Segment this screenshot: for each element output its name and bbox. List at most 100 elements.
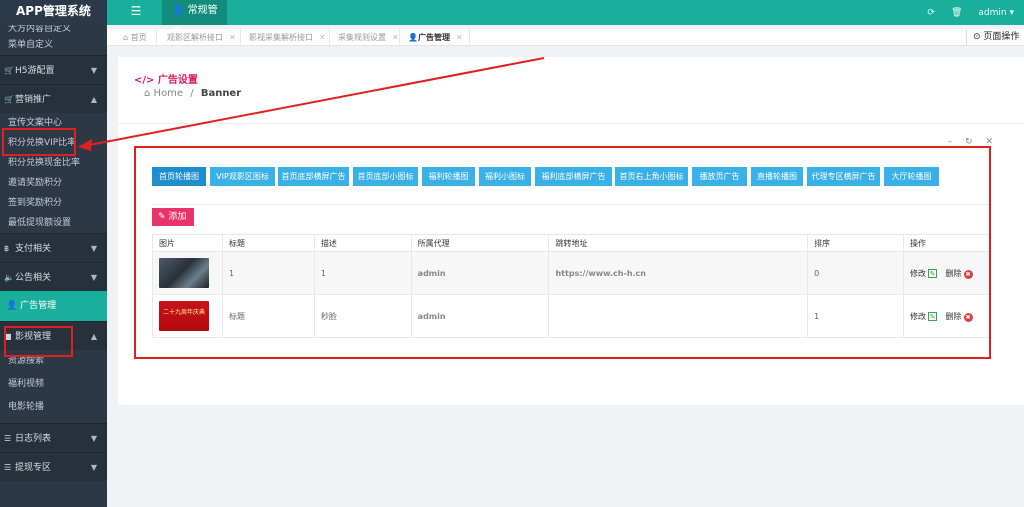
ad-thumbnail[interactable]: 二十九周年庆典 [159,301,209,331]
list-icon: ☰ [4,463,12,472]
edit-button[interactable]: 修改 [910,312,926,321]
sidebar-item-movie-carousel[interactable]: 电影轮播 [0,396,107,419]
tab-ad-management[interactable]: 👤广告管理 ✕ [400,29,470,46]
trash-icon[interactable]: ✖ [963,269,973,279]
category-button[interactable]: 首页右上角小图标 [615,167,688,186]
caret-down-icon: ▼ [90,463,97,472]
breadcrumb-home[interactable]: Home [154,88,184,99]
caret-up-icon: ▲ [90,95,97,104]
sidebar-group-label: 营销推广 [15,95,52,105]
page-operations-button[interactable]: ⊙ 页面操作 [966,29,1024,46]
trash-icon[interactable]: 🗑 [951,8,962,18]
home-icon: ⌂ [123,33,129,42]
user-menu[interactable]: admin ▾ [978,8,1014,18]
top-tab-general[interactable]: 👤 常规管理 [162,0,227,38]
category-button[interactable]: 代理专区横屏广告 [807,167,880,186]
sidebar-group-marketing[interactable]: 🛒营销推广 ▲ [0,84,107,113]
close-icon[interactable]: ✕ [456,33,463,42]
content-panel: </> 广告设置 ⌂ Home / Banner – ↻ ✕ 首页轮播图 VIP… [118,57,1024,405]
delete-button[interactable]: 删除 [946,269,962,278]
tab-viewing-api[interactable]: 观影区解析接口 ✕ [159,29,241,46]
edit-button[interactable]: 修改 [910,269,926,278]
cart-icon: 🛒 [4,95,14,104]
agent-cell: admin [410,294,550,338]
caret-up-icon: ▲ [90,332,97,341]
caret-down-icon: ▼ [90,66,97,75]
caret-down-icon: ▼ [90,434,97,443]
category-button[interactable]: 首页底部横屏广告 [278,167,349,186]
close-icon[interactable]: ✕ [319,33,326,42]
sort-cell: 0 [807,251,904,295]
circle-icon: ⊙ [973,32,981,42]
video-camera-icon: ■ [4,332,12,341]
top-right-tools: ⟳ 🗑 admin ▾ [927,0,1014,25]
actions-cell: 修改 ✎ 删除 ✖ [903,294,990,338]
category-button[interactable]: 福利底部横屏广告 [535,167,612,186]
code-icon: </> [134,75,155,86]
sidebar-group-video[interactable]: ■ 影视管理 ▲ [0,321,107,350]
sidebar-item-menu-custom[interactable]: 菜单自定义 [0,35,107,55]
edit-icon[interactable]: ✎ [928,311,937,321]
sidebar-item-invite-points[interactable]: 邀请奖励积分 [0,173,107,193]
add-button-label: 添加 [168,212,187,222]
category-button[interactable]: 大厅轮播图 [884,167,939,186]
column-header-agent: 所属代理 [410,234,550,252]
close-icon[interactable]: ✕ [392,33,399,42]
desc-cell: 秒脸 [313,294,412,338]
category-button[interactable]: 福利小图标 [479,167,531,186]
title-cell: 1 [221,251,315,295]
category-button[interactable]: 首页轮播图 [152,167,206,186]
category-button[interactable]: 播放页广告 [692,167,747,186]
trash-icon[interactable]: ✖ [963,312,973,322]
sidebar-group-notice[interactable]: 🔈公告相关 ▼ [0,262,107,291]
sidebar-item-points-vip[interactable]: 积分兑换VIP比率 [0,133,107,153]
user-icon: 👤 [172,5,185,16]
table-header-row: 图片 标题 描述 所属代理 跳转地址 排序 操作 [152,234,990,252]
ad-table: 图片 标题 描述 所属代理 跳转地址 排序 操作 1 1 admin https… [152,234,990,338]
column-header-desc: 描述 [313,234,412,252]
sidebar-group-pay[interactable]: ฿ 支付相关 ▼ [0,233,107,262]
sidebar-item-ad-management[interactable]: 👤 广告管理 [0,291,107,321]
category-button[interactable]: 福利轮播图 [422,167,475,186]
close-icon[interactable]: ✕ [229,33,236,42]
ad-thumbnail[interactable] [159,258,209,288]
desc-cell: 1 [313,251,412,295]
column-header-image: 图片 [152,234,223,252]
breadcrumb-current: Banner [200,88,242,99]
sidebar-item-welfare-video[interactable]: 福利视频 [0,373,107,396]
sidebar-item-copy-center[interactable]: 宣传文案中心 [0,113,107,133]
edit-icon[interactable]: ✎ [928,268,937,278]
image-cell [152,251,223,295]
sidebar-group-log[interactable]: ☰ 日志列表 ▼ [0,423,107,452]
sidebar-item-resource-search[interactable]: 资源搜索 [0,350,107,373]
tab-label: 采集规则设置 [338,33,386,42]
sidebar-item-signin-points[interactable]: 签到奖励积分 [0,193,107,213]
add-button[interactable]: ✎ 添加 [152,208,194,226]
tab-collect-api[interactable]: 影视采集解析接口 ✕ [241,29,330,46]
sidebar-item-min-withdraw[interactable]: 最低提现额设置 [0,213,107,233]
panel-window-controls[interactable]: – ↻ ✕ [948,137,998,147]
category-button[interactable]: VIP观影区图标 [210,167,275,186]
category-button-row: 首页轮播图 VIP观影区图标 首页底部横屏广告 首页底部小图标 福利轮播图 福利… [152,167,992,188]
page-tabs-bar: ⌂ 首页 观影区解析接口 ✕ 影视采集解析接口 ✕ 采集规则设置 ✕ 👤广告管理 ✕ ⊙… [107,29,1024,46]
refresh-icon[interactable]: ⟳ [927,8,935,18]
home-icon: ⌂ [144,88,151,99]
hamburger-icon[interactable]: ☰ [124,0,148,25]
sidebar-group-h5[interactable]: 🛒H5游配置 ▼ [0,55,107,84]
username: admin [978,7,1007,18]
tab-home[interactable]: ⌂ 首页 [115,29,157,46]
sidebar-item-custom-content[interactable]: 大方内容自定义 [0,25,107,35]
sidebar-group-label: H5游配置 [15,66,55,76]
tab-collect-rules[interactable]: 采集规则设置 ✕ [330,29,400,46]
column-header-sort: 排序 [807,234,904,252]
divider [152,204,990,205]
top-bar: APP管理系统 ☰ 👤 常规管理 ⟳ 🗑 admin ▾ [0,0,1024,38]
sidebar-item-points-cash[interactable]: 积分兑换现金比率 [0,153,107,173]
page-title-text: 广告设置 [157,75,198,86]
table-row: 二十九周年庆典 标题 秒脸 admin 1 修改 ✎ 删除 ✖ [152,294,990,338]
delete-button[interactable]: 删除 [946,312,962,321]
category-button[interactable]: 首页底部小图标 [353,167,418,186]
category-button[interactable]: 直播轮播图 [751,167,803,186]
tab-label: 影视采集解析接口 [249,33,313,42]
sidebar-group-withdraw[interactable]: ☰ 提现专区 ▼ [0,452,107,481]
